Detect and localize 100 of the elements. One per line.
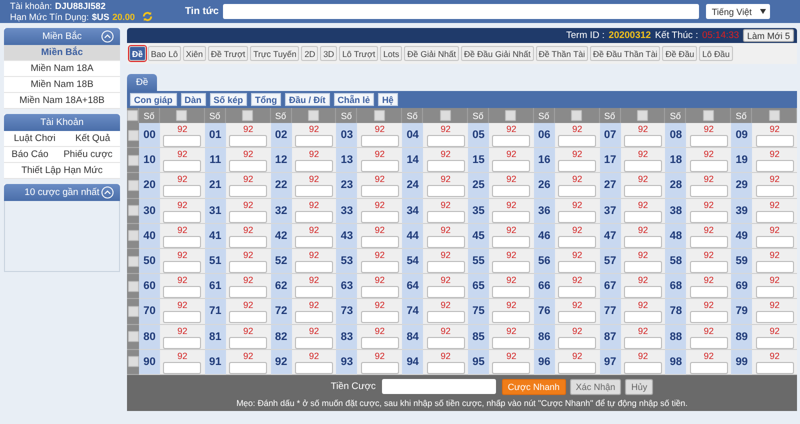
amount-field[interactable] <box>624 236 662 248</box>
amount-field[interactable] <box>229 236 268 248</box>
game-tab[interactable]: 2D <box>301 46 318 61</box>
amount-field[interactable] <box>624 311 662 324</box>
section-header[interactable]: 10 cược gần nhất <box>4 184 120 201</box>
amount-field[interactable] <box>360 311 399 324</box>
amount-field[interactable] <box>163 160 202 172</box>
amount-field[interactable] <box>360 135 399 147</box>
amount-field[interactable] <box>624 185 662 198</box>
amount-field[interactable] <box>756 286 794 298</box>
amount-field[interactable] <box>426 260 465 273</box>
amount-field[interactable] <box>690 311 728 324</box>
amount-field[interactable] <box>360 260 399 273</box>
game-tab[interactable]: Đề Đầu Thần Tài <box>590 46 660 61</box>
sidebar-link[interactable]: Thiết Lập Hạn Mức <box>21 163 103 178</box>
amount-field[interactable] <box>756 160 794 172</box>
amount-field[interactable] <box>229 160 268 172</box>
amount-field[interactable] <box>690 362 728 374</box>
amount-field[interactable] <box>756 260 794 273</box>
amount-field[interactable] <box>294 210 333 223</box>
amount-field[interactable] <box>756 336 794 348</box>
amount-field[interactable] <box>360 286 399 298</box>
game-tab[interactable]: Đề Thần Tài <box>536 46 588 61</box>
amount-field[interactable] <box>229 336 268 348</box>
checkbox[interactable] <box>128 280 138 292</box>
amount-field[interactable] <box>229 210 268 223</box>
checkbox[interactable] <box>128 306 138 317</box>
game-tab[interactable]: Lô Đầu <box>699 46 733 61</box>
section-header[interactable]: Tài Khoản <box>4 114 120 131</box>
amount-field[interactable] <box>690 160 728 172</box>
amount-field[interactable] <box>492 362 530 374</box>
refresh-button[interactable]: Làm Mới 5 <box>743 29 794 42</box>
amount-field[interactable] <box>294 336 333 348</box>
amount-field[interactable] <box>163 336 202 348</box>
collapse-icon[interactable] <box>101 186 114 199</box>
amount-field[interactable] <box>294 160 333 172</box>
amount-field[interactable] <box>426 160 465 172</box>
amount-field[interactable] <box>360 236 399 248</box>
amount-field[interactable] <box>756 185 794 198</box>
amount-field[interactable] <box>163 286 202 298</box>
amount-field[interactable] <box>229 260 268 273</box>
game-tab[interactable]: Đề Đầu <box>662 46 698 61</box>
sidebar-link[interactable]: Luật Chơi <box>14 131 56 146</box>
amount-field[interactable] <box>382 379 496 394</box>
game-tab[interactable]: Đề Đầu Giải Nhất <box>460 46 534 61</box>
sidebar-item[interactable]: Miền Bắc <box>4 45 120 61</box>
sidebar-link[interactable]: Kết Quả <box>75 131 110 146</box>
amount-field[interactable] <box>426 336 465 348</box>
sidebar-item[interactable]: Miền Nam 18A+18B <box>4 93 120 109</box>
amount-field[interactable] <box>163 210 202 223</box>
amount-field[interactable] <box>492 336 530 348</box>
section-header[interactable]: Miền Bắc <box>4 28 120 45</box>
amount-field[interactable] <box>558 135 596 147</box>
amount-field[interactable] <box>690 336 728 348</box>
amount-field[interactable] <box>558 362 596 374</box>
game-tab[interactable]: Lô Trượt <box>339 46 378 61</box>
game-tab[interactable]: Bao Lô <box>148 46 181 61</box>
checkbox[interactable] <box>128 154 138 166</box>
sidebar-item[interactable]: Miền Nam 18A <box>4 61 120 77</box>
amount-field[interactable] <box>163 311 202 324</box>
checkbox[interactable] <box>768 110 780 121</box>
checkbox[interactable] <box>128 356 138 368</box>
amount-field[interactable] <box>558 160 596 172</box>
news-field[interactable] <box>222 4 699 19</box>
amount-field[interactable] <box>558 260 596 273</box>
checkbox[interactable] <box>636 110 648 121</box>
amount-field[interactable] <box>756 362 794 374</box>
amount-field[interactable] <box>492 160 530 172</box>
checkbox[interactable] <box>374 110 385 121</box>
amount-field[interactable] <box>163 185 202 198</box>
bet-type-button[interactable]: Chẵn lẻ <box>334 93 374 106</box>
amount-field[interactable] <box>492 236 530 248</box>
amount-field[interactable] <box>756 135 794 147</box>
checkbox[interactable] <box>176 110 188 121</box>
checkbox[interactable] <box>308 110 319 121</box>
checkbox[interactable] <box>128 331 138 342</box>
amount-field[interactable] <box>426 185 465 198</box>
amount-field[interactable] <box>690 135 728 147</box>
checkbox[interactable] <box>127 110 138 121</box>
amount-field[interactable] <box>492 210 530 223</box>
amount-field[interactable] <box>229 286 268 298</box>
sidebar-link[interactable]: Báo Cáo <box>11 147 48 162</box>
game-tab[interactable]: Đề <box>129 46 146 61</box>
amount-field[interactable] <box>360 362 399 374</box>
amount-field[interactable] <box>492 185 530 198</box>
amount-field[interactable] <box>360 160 399 172</box>
game-tab[interactable]: 3D <box>320 46 338 61</box>
amount-field[interactable] <box>690 185 728 198</box>
amount-field[interactable] <box>558 236 596 248</box>
amount-field[interactable] <box>163 135 202 147</box>
amount-field[interactable] <box>360 210 399 223</box>
bet-type-button[interactable]: Con giáp <box>130 93 176 106</box>
bet-type-button[interactable]: Dàn <box>180 93 206 106</box>
checkbox[interactable] <box>128 130 138 141</box>
amount-field[interactable] <box>426 236 465 248</box>
amount-field[interactable] <box>294 236 333 248</box>
amount-field[interactable] <box>492 286 530 298</box>
amount-field[interactable] <box>558 210 596 223</box>
amount-field[interactable] <box>690 210 728 223</box>
amount-field[interactable] <box>229 135 268 147</box>
